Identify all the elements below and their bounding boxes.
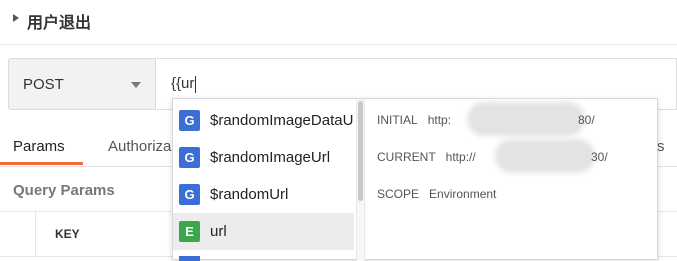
- query-params-title: Query Params: [13, 182, 115, 199]
- url-input-value: {{ur: [171, 75, 197, 93]
- tab-params[interactable]: Params: [13, 138, 65, 155]
- suggestion-label: url: [210, 223, 227, 240]
- chevron-down-icon: [131, 82, 141, 88]
- detail-initial-suffix: 80/: [578, 113, 595, 127]
- tab-authorization[interactable]: Authoriza: [108, 138, 171, 155]
- variable-details: INITIAL http: 80/ CURRENT http:// 30/ SCOP…: [373, 99, 657, 261]
- suggestion-list: G $randomImageDataU G $randomImageUrl G …: [173, 99, 356, 261]
- global-variable-icon: G: [179, 184, 200, 205]
- detail-scope: SCOPE Environment: [377, 187, 497, 201]
- detail-current: CURRENT http://: [377, 150, 476, 164]
- detail-initial: INITIAL http:: [377, 113, 452, 127]
- collapse-caret-icon[interactable]: [13, 14, 19, 22]
- suggestion-item-selected[interactable]: E url: [173, 213, 354, 250]
- method-select[interactable]: POST: [8, 58, 156, 110]
- suggestion-label: $randomImageDataU: [210, 112, 354, 129]
- key-column-header: KEY: [55, 227, 80, 241]
- request-title: 用户退出: [27, 15, 92, 32]
- environment-variable-icon: E: [179, 221, 200, 242]
- request-header: 用户退出: [0, 0, 677, 45]
- variable-autocomplete: G $randomImageDataU G $randomImageUrl G …: [172, 98, 658, 261]
- tab-partial[interactable]: s: [657, 138, 665, 155]
- scrollbar-thumb[interactable]: [358, 101, 363, 201]
- suggestion-item[interactable]: G $randomUrl: [173, 176, 354, 213]
- global-variable-icon: G: [179, 110, 200, 131]
- text-cursor: [195, 75, 197, 93]
- active-tab-indicator: [0, 162, 83, 165]
- suggestion-item[interactable]: G $randomImageUrl: [173, 139, 354, 176]
- redacted-value: [499, 143, 591, 169]
- global-variable-icon: G: [179, 147, 200, 168]
- redacted-value: [471, 106, 581, 132]
- method-label: POST: [23, 76, 64, 93]
- suggestion-scrollbar[interactable]: [356, 99, 365, 261]
- next-suggestion-badge-peek: [179, 256, 200, 261]
- suggestion-label: $randomUrl: [210, 186, 289, 203]
- suggestion-item[interactable]: G $randomImageDataU: [173, 102, 354, 139]
- suggestion-label: $randomImageUrl: [210, 149, 331, 166]
- detail-current-suffix: 30/: [591, 150, 608, 164]
- checkbox-column-header: [0, 212, 36, 256]
